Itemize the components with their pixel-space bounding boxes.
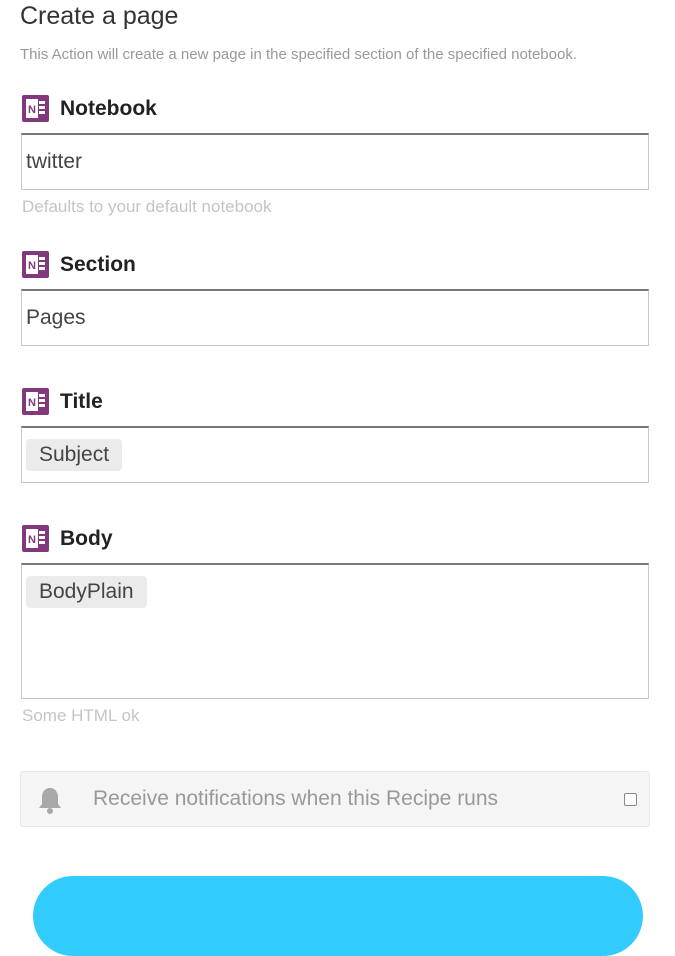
create-action-button[interactable]	[33, 876, 643, 956]
notifications-checkbox[interactable]	[624, 793, 637, 806]
notifications-label: Receive notifications when this Recipe r…	[93, 787, 499, 810]
svg-text:N: N	[28, 397, 36, 409]
body-helper-text: Some HTML ok	[22, 706, 140, 725]
notebook-input[interactable]: twitter	[21, 133, 649, 190]
title-label: Title	[60, 389, 103, 413]
onenote-icon: N	[22, 388, 49, 415]
svg-text:N: N	[28, 260, 36, 272]
notebook-label: Notebook	[60, 96, 157, 120]
body-textarea[interactable]: BodyPlain	[21, 563, 649, 699]
bell-icon	[39, 788, 61, 814]
section-label: Section	[60, 252, 136, 276]
subject-ingredient-tag[interactable]: Subject	[26, 439, 123, 471]
onenote-icon: N	[22, 525, 49, 552]
body-label: Body	[60, 526, 113, 550]
bodyplain-ingredient-tag[interactable]: BodyPlain	[26, 576, 147, 608]
section-field-label: N Section	[22, 251, 136, 278]
svg-text:N: N	[28, 534, 36, 546]
section-input[interactable]: Pages	[21, 289, 649, 346]
onenote-icon: N	[22, 251, 49, 278]
notebook-field-label: N Notebook	[22, 95, 157, 122]
page-title: Create a page	[20, 2, 179, 30]
notebook-helper-text: Defaults to your default notebook	[22, 197, 272, 216]
body-field-label: N Body	[22, 525, 113, 552]
notifications-panel: Receive notifications when this Recipe r…	[20, 771, 650, 827]
notebook-value: twitter	[26, 150, 83, 173]
onenote-icon: N	[22, 95, 49, 122]
title-input[interactable]: Subject	[21, 426, 649, 483]
title-field-label: N Title	[22, 388, 103, 415]
section-value: Pages	[26, 306, 86, 329]
svg-text:N: N	[28, 104, 36, 116]
page-description: This Action will create a new page in th…	[20, 46, 577, 63]
